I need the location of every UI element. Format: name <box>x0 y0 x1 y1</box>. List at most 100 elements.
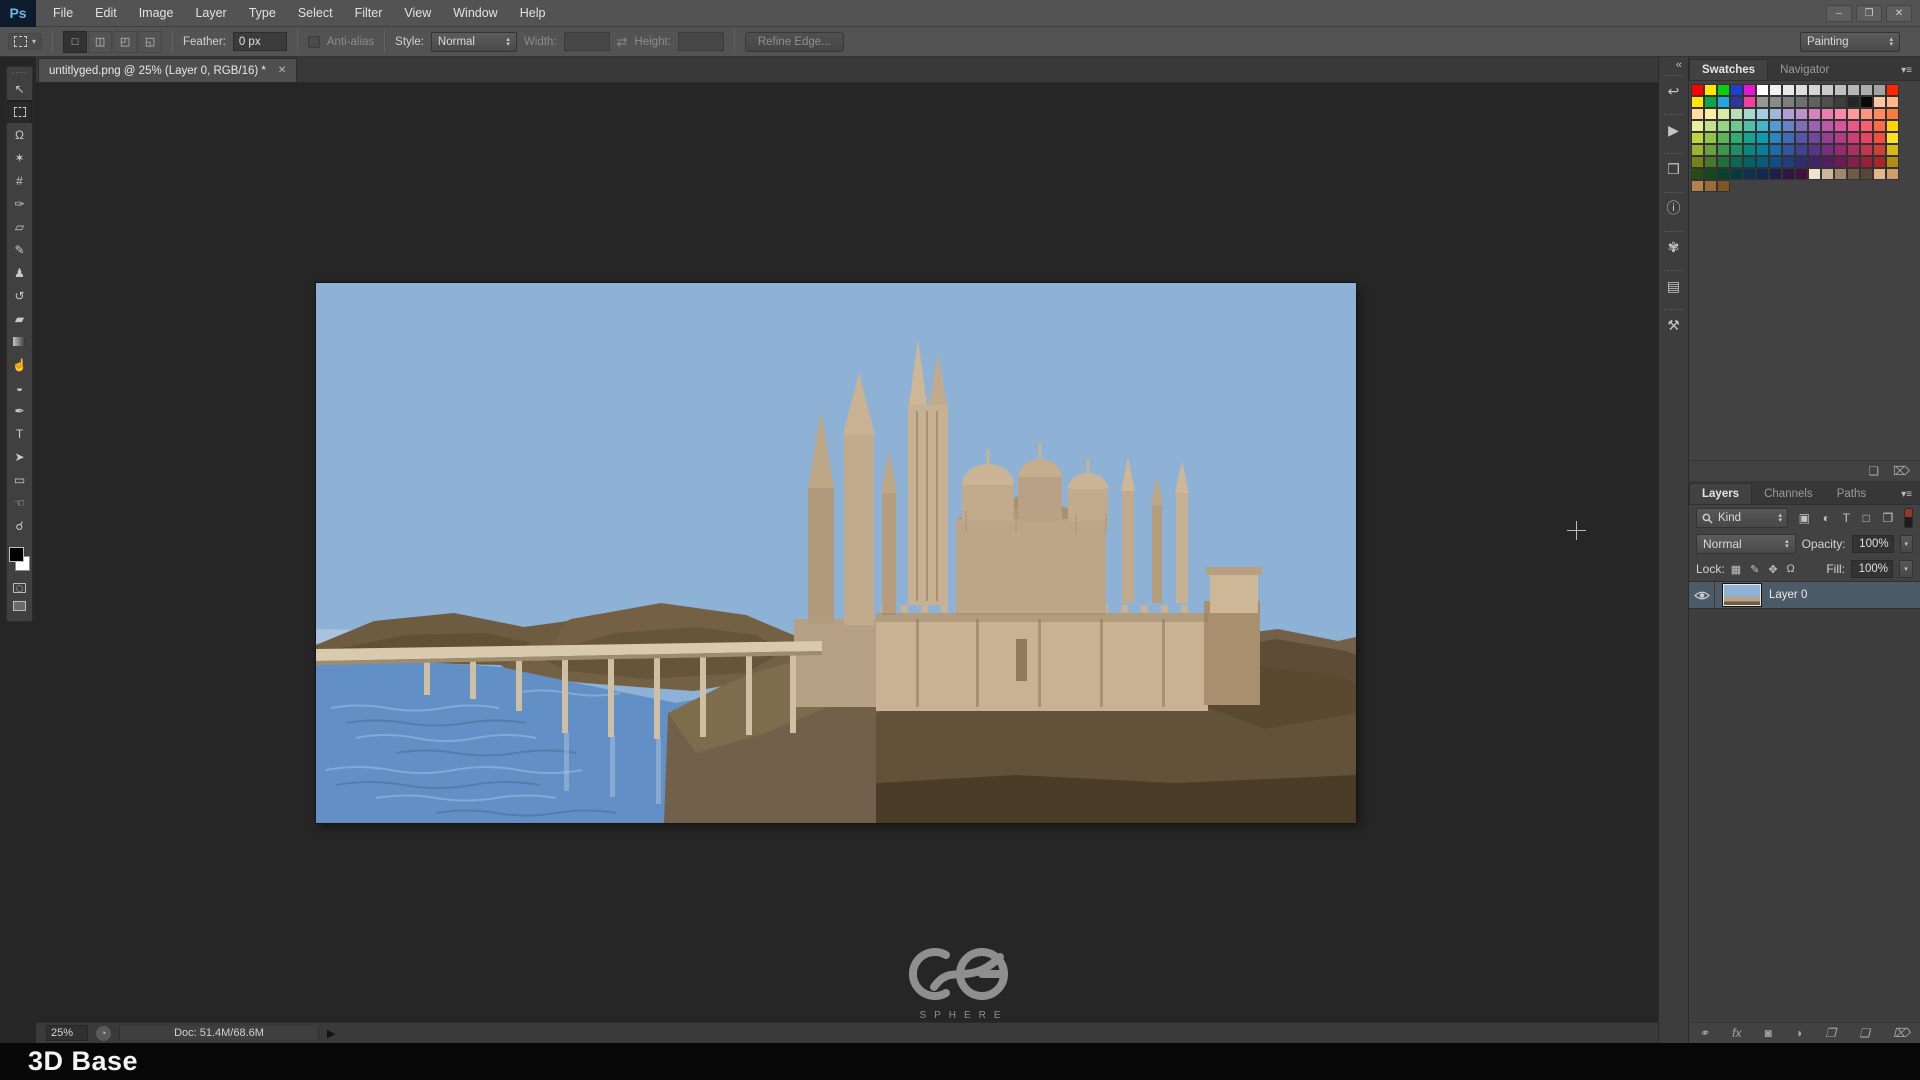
add-layer-mask-icon[interactable]: ◙ <box>1765 1026 1772 1040</box>
expand-panels-icon[interactable]: « <box>1676 59 1688 71</box>
color-swatch[interactable] <box>1717 108 1730 120</box>
eraser-tool[interactable]: ▰ <box>7 307 32 330</box>
color-swatch[interactable] <box>1743 144 1756 156</box>
eyedropper-tool[interactable]: ✑ <box>7 192 32 215</box>
color-swatch[interactable] <box>1834 156 1847 168</box>
tab-channels[interactable]: Channels <box>1752 484 1825 504</box>
color-swatch[interactable] <box>1795 108 1808 120</box>
color-swatch[interactable] <box>1704 132 1717 144</box>
color-swatch[interactable] <box>1756 120 1769 132</box>
color-swatch[interactable] <box>1717 84 1730 96</box>
filter-shape-layers-icon[interactable]: □ <box>1863 511 1870 525</box>
color-swatch[interactable] <box>1795 132 1808 144</box>
color-swatch[interactable] <box>1691 180 1704 192</box>
color-swatch[interactable] <box>1886 144 1899 156</box>
quick-mask-button[interactable] <box>7 579 32 597</box>
clone-stamp-tool[interactable]: ♟ <box>7 261 32 284</box>
dock-grip[interactable] <box>1664 268 1684 273</box>
color-swatch[interactable] <box>1821 96 1834 108</box>
color-swatch[interactable] <box>1691 168 1704 180</box>
color-swatch[interactable] <box>1691 132 1704 144</box>
dock-grip[interactable] <box>1664 151 1684 156</box>
color-swatch[interactable] <box>1808 156 1821 168</box>
color-swatch[interactable] <box>1743 168 1756 180</box>
color-swatch[interactable] <box>1873 168 1886 180</box>
new-group-icon[interactable]: ❒ <box>1825 1026 1836 1040</box>
color-swatch[interactable] <box>1795 168 1808 180</box>
tool-preset-button[interactable]: ▾ <box>8 33 42 50</box>
pen-tool[interactable]: ✒ <box>7 399 32 422</box>
color-swatch[interactable] <box>1795 144 1808 156</box>
dock-grip[interactable] <box>1664 73 1684 78</box>
color-swatch[interactable] <box>1834 108 1847 120</box>
type-tool[interactable]: T <box>7 422 32 445</box>
toolbar-grip[interactable] <box>11 69 28 75</box>
lock-image-pixels-icon[interactable]: ✎ <box>1750 563 1759 576</box>
color-swatch[interactable] <box>1886 108 1899 120</box>
color-swatch[interactable] <box>1730 108 1743 120</box>
restore-icon[interactable]: ❐ <box>1856 5 1882 22</box>
color-swatch[interactable] <box>1860 144 1873 156</box>
color-swatch[interactable] <box>1808 144 1821 156</box>
document-tab[interactable]: untitlyged.png @ 25% (Layer 0, RGB/16) *… <box>38 58 297 82</box>
color-swatch[interactable] <box>1873 108 1886 120</box>
refine-edge-button[interactable]: Refine Edge... <box>745 32 844 52</box>
menu-item[interactable]: Type <box>238 0 287 26</box>
status-arrow-icon[interactable]: ▶ <box>327 1027 335 1040</box>
color-swatch[interactable] <box>1691 108 1704 120</box>
color-swatch[interactable] <box>1847 120 1860 132</box>
color-swatch[interactable] <box>1834 96 1847 108</box>
feather-input[interactable] <box>233 32 287 51</box>
color-swatch[interactable] <box>1756 168 1769 180</box>
new-layer-icon[interactable]: ❏ <box>1859 1026 1870 1040</box>
color-swatch[interactable] <box>1769 132 1782 144</box>
color-swatch[interactable] <box>1847 144 1860 156</box>
color-swatch[interactable] <box>1769 156 1782 168</box>
style-select[interactable]: Normal ▴▾ <box>431 32 517 52</box>
color-swatch[interactable] <box>1808 120 1821 132</box>
color-swatch[interactable] <box>1808 96 1821 108</box>
link-layers-icon[interactable]: ⚭ <box>1699 1026 1709 1040</box>
tab-paths[interactable]: Paths <box>1825 484 1878 504</box>
color-swatch[interactable] <box>1873 156 1886 168</box>
layer-row[interactable]: Layer 0 <box>1689 582 1920 609</box>
gradient-tool[interactable] <box>7 330 32 353</box>
color-swatch[interactable] <box>1756 144 1769 156</box>
filter-pixel-layers-icon[interactable]: ▣ <box>1799 511 1810 525</box>
color-swatch[interactable] <box>1847 156 1860 168</box>
antialias-checkbox[interactable] <box>308 36 320 48</box>
menu-item[interactable]: Select <box>287 0 344 26</box>
hand-tool[interactable]: ☜ <box>7 491 32 514</box>
color-swatch[interactable] <box>1808 168 1821 180</box>
tab-swatches[interactable]: Swatches <box>1689 59 1768 80</box>
delete-swatch-icon[interactable]: ⌦ <box>1893 464 1910 478</box>
dock-grip[interactable] <box>1664 307 1684 312</box>
dodge-tool[interactable]: ◒ <box>7 376 32 399</box>
color-swatch[interactable] <box>1782 156 1795 168</box>
zoom-level-field[interactable]: 25% <box>46 1025 88 1041</box>
lasso-tool[interactable]: Ω <box>7 123 32 146</box>
panel-menu-icon[interactable]: ▾≡ <box>1901 489 1920 504</box>
color-swatch[interactable] <box>1834 144 1847 156</box>
color-swatch[interactable] <box>1769 168 1782 180</box>
close-icon[interactable]: ✕ <box>1886 5 1912 22</box>
color-swatch[interactable] <box>1795 120 1808 132</box>
menu-item[interactable]: Layer <box>184 0 237 26</box>
lock-position-icon[interactable]: ✥ <box>1768 563 1777 576</box>
color-swatch[interactable] <box>1782 108 1795 120</box>
lock-transparent-pixels-icon[interactable]: ▦ <box>1731 563 1741 576</box>
color-swatch[interactable] <box>1834 84 1847 96</box>
color-swatch[interactable] <box>1886 120 1899 132</box>
fill-dropdown-icon[interactable]: ▾ <box>1899 560 1913 578</box>
color-swatch[interactable] <box>1704 156 1717 168</box>
path-selection-tool[interactable]: ➤ <box>7 445 32 468</box>
color-swatch[interactable] <box>1730 144 1743 156</box>
minimize-icon[interactable]: – <box>1826 5 1852 22</box>
color-swatch[interactable] <box>1782 96 1795 108</box>
doc-size-field[interactable]: Doc: 51.4M/68.6M <box>119 1026 319 1040</box>
menu-item[interactable]: View <box>393 0 442 26</box>
brush-tool[interactable]: ✎ <box>7 238 32 261</box>
color-swatch[interactable] <box>1821 168 1834 180</box>
fill-value[interactable]: 100% <box>1851 560 1893 578</box>
color-swatch[interactable] <box>1756 84 1769 96</box>
